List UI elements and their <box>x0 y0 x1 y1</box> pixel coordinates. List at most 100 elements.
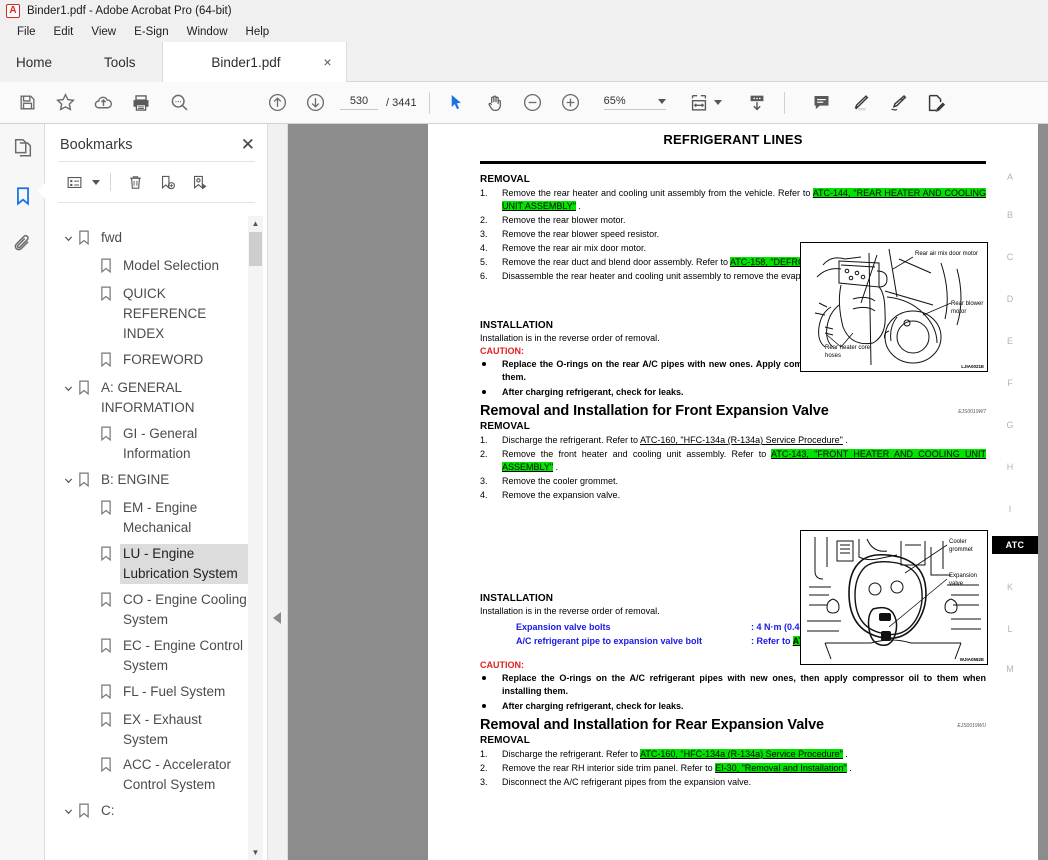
bookmark-item[interactable]: A: GENERAL INFORMATION <box>46 375 268 421</box>
chevron-down-icon[interactable] <box>58 228 78 244</box>
procedure-step: 1. Discharge the refrigerant. Refer to AT… <box>480 748 986 761</box>
bookmark-item[interactable]: fwd <box>46 225 268 253</box>
zoom-in-button[interactable] <box>552 82 590 124</box>
collapse-panel-handle[interactable] <box>273 612 281 624</box>
sidebar-item-attachments[interactable] <box>0 220 45 268</box>
bookmark-label: ACC - Accelerator Control System <box>123 757 232 793</box>
bookmarks-scrollbar[interactable]: ▲ ▼ <box>248 216 263 860</box>
procedure-step: 2. Remove the front heater and cooling un… <box>480 448 986 473</box>
scrollbar-thumb[interactable] <box>249 232 262 266</box>
bookmark-item[interactable]: FOREWORD <box>46 347 268 375</box>
menu-help[interactable]: Help <box>237 24 279 40</box>
menu-window[interactable]: Window <box>178 24 237 40</box>
index-tab[interactable]: M <box>992 664 1028 674</box>
document-scrollbar[interactable] <box>1038 124 1048 860</box>
index-tab-active[interactable]: ATC <box>992 536 1038 554</box>
bookmark-item[interactable]: LU - Engine Lubrication System <box>46 541 268 587</box>
document-viewport[interactable]: REFRIGERANT LINES REMOVAL 1. Remove the r… <box>288 124 1048 860</box>
step-number: 1. <box>480 188 488 198</box>
cloud-upload-icon <box>94 96 112 109</box>
print-button[interactable] <box>122 82 160 124</box>
add-comment-button[interactable] <box>803 82 841 124</box>
bookmark-options-button[interactable] <box>60 170 88 194</box>
bookmark-icon <box>79 472 89 487</box>
next-page-button[interactable] <box>296 82 334 124</box>
bookmark-item[interactable]: FL - Fuel System <box>46 679 268 707</box>
menu-esign[interactable]: E-Sign <box>125 24 178 40</box>
tab-document-binder1[interactable]: Binder1.pdf × <box>161 42 347 82</box>
edit-bookmark-button[interactable] <box>185 170 213 194</box>
menu-view[interactable]: View <box>82 24 125 40</box>
previous-page-button[interactable] <box>258 82 296 124</box>
save-button[interactable] <box>8 82 46 124</box>
index-tab[interactable]: E <box>992 336 1028 346</box>
scroll-down-icon[interactable]: ▼ <box>248 845 263 860</box>
index-tab[interactable]: H <box>992 462 1028 472</box>
fill-sign-icon <box>928 94 945 112</box>
caution-bullet: After charging refrigerant, check for le… <box>480 700 986 713</box>
bookmark-item[interactable]: CO - Engine Cooling System <box>46 587 268 633</box>
bookmark-item[interactable]: Model Selection <box>46 253 268 281</box>
close-icon[interactable]: × <box>323 55 331 69</box>
bookmarks-tree[interactable]: fwd Model Selection QUICK REFERENCE INDEX F… <box>46 221 268 860</box>
chevron-down-icon[interactable] <box>58 378 78 394</box>
fit-page-chevron-icon[interactable] <box>713 100 722 105</box>
fit-page-button[interactable] <box>680 82 718 124</box>
sidebar-item-page-thumbnails[interactable] <box>0 124 45 172</box>
cross-reference-link[interactable]: ATC-160, "HFC-134a (R-134a) Service Proc… <box>640 435 843 445</box>
bookmark-item[interactable]: QUICK REFERENCE INDEX <box>46 281 268 347</box>
upload-to-cloud-button[interactable] <box>84 82 122 124</box>
index-tab[interactable]: G <box>992 420 1028 430</box>
menu-edit[interactable]: Edit <box>45 24 83 40</box>
delete-bookmark-button[interactable] <box>121 170 149 194</box>
index-tab[interactable]: C <box>992 252 1028 262</box>
close-icon[interactable]: ✕ <box>241 136 255 153</box>
highlight-text-button[interactable] <box>841 82 879 124</box>
index-tab[interactable]: F <box>992 378 1028 388</box>
hand-tool-button[interactable] <box>476 82 514 124</box>
tab-tools[interactable]: Tools <box>78 42 162 82</box>
index-tab[interactable]: K <box>992 582 1028 592</box>
page-number-input[interactable]: 530 <box>340 95 378 110</box>
rear-valve-doc-code: EJS0019WU <box>957 722 986 729</box>
tab-home[interactable]: Home <box>0 42 79 82</box>
zoom-level-control[interactable]: 65% <box>603 95 666 110</box>
scroll-up-icon[interactable]: ▲ <box>248 216 263 231</box>
cross-reference-link[interactable]: ATC-143, "FRONT HEATER AND COOLING UNIT … <box>502 449 986 472</box>
sidebar-item-bookmarks[interactable] <box>0 172 46 220</box>
search-button[interactable] <box>160 82 198 124</box>
index-tab[interactable]: L <box>992 624 1028 634</box>
procedure-step: 3. Remove the rear blower speed resistor. <box>480 228 986 241</box>
bookmark-item[interactable]: ACC - Accelerator Control System <box>46 752 268 798</box>
new-bookmark-button[interactable] <box>153 170 181 194</box>
bookmark-icon <box>79 230 89 246</box>
draw-button[interactable] <box>879 82 917 124</box>
chevron-down-icon[interactable] <box>92 179 100 185</box>
bookmark-item[interactable]: EX - Exhaust System <box>46 707 268 753</box>
bookmark-icon <box>101 684 111 699</box>
cross-reference-link[interactable]: EI-30, "Removal and Installation" <box>715 763 847 774</box>
index-tab[interactable]: A <box>992 172 1028 182</box>
chevron-down-icon[interactable] <box>657 98 666 104</box>
chevron-down-icon[interactable] <box>58 801 78 817</box>
bookmark-item[interactable]: EC - Engine Control System <box>46 633 268 679</box>
select-tool-button[interactable] <box>438 82 476 124</box>
chevron-down-icon[interactable] <box>58 470 78 486</box>
index-tab[interactable]: D <box>992 294 1028 304</box>
bookmark-item[interactable]: B: ENGINE <box>46 467 268 495</box>
bookmark-item[interactable]: C: <box>46 798 268 826</box>
menu-file[interactable]: File <box>8 24 45 40</box>
fill-and-sign-button[interactable] <box>917 82 955 124</box>
panel-splitter[interactable] <box>268 124 288 860</box>
scroll-mode-button[interactable] <box>738 82 776 124</box>
cross-reference-link[interactable]: ATC-160, "HFC-134a (R-134a) Service Proc… <box>640 748 843 759</box>
index-tab[interactable]: I <box>992 504 1028 514</box>
section-index-tabs[interactable]: A B C D E F G H I ATC K L M <box>992 132 1038 860</box>
add-to-favorites-button[interactable] <box>46 82 84 124</box>
index-tab[interactable]: B <box>992 210 1028 220</box>
bookmark-item[interactable]: GI - General Information <box>46 421 268 467</box>
zoom-out-button[interactable] <box>514 82 552 124</box>
bookmark-item[interactable]: EM - Engine Mechanical <box>46 495 268 541</box>
front-valve-steps-list: 1. Discharge the refrigerant. Refer to AT… <box>480 434 986 501</box>
cross-reference-link[interactable]: ATC-144, "REAR HEATER AND COOLING UNIT A… <box>502 188 986 211</box>
